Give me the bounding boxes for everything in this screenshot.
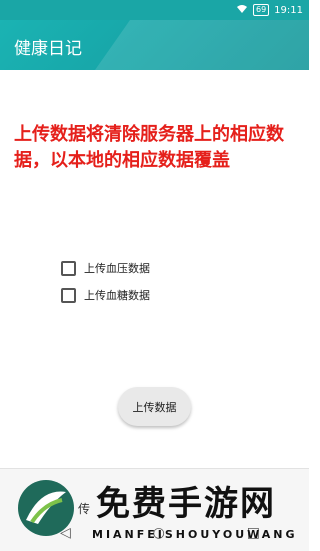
- option-upload-blood-sugar[interactable]: 上传血糖数据: [61, 287, 150, 303]
- checkbox[interactable]: [61, 260, 76, 276]
- checkbox[interactable]: [61, 287, 76, 303]
- clock: 19:11: [274, 4, 303, 16]
- status-bar: 69 19:11: [0, 0, 309, 20]
- watermark-partial-text: 传: [78, 502, 91, 516]
- app-title: 健康日记: [14, 39, 82, 59]
- option-upload-blood-pressure[interactable]: 上传血压数据: [61, 260, 150, 276]
- option-label: 上传血压数据: [84, 262, 150, 275]
- wifi-icon: [236, 4, 248, 17]
- battery-icon: 69: [252, 4, 270, 16]
- upload-data-button[interactable]: 上传数据: [118, 387, 191, 426]
- warning-message: 上传数据将清除服务器上的相应数据，以本地的相应数据覆盖: [14, 124, 284, 171]
- app-bar: 健康日记: [0, 20, 309, 70]
- option-label: 上传血糖数据: [84, 289, 150, 302]
- watermark-subtitle: MIANFEISHOUYOUWANG: [92, 528, 298, 541]
- watermark-logo: [16, 478, 76, 538]
- watermark-title: 免费手游网: [96, 484, 276, 524]
- app-bar-decoration: [80, 20, 309, 70]
